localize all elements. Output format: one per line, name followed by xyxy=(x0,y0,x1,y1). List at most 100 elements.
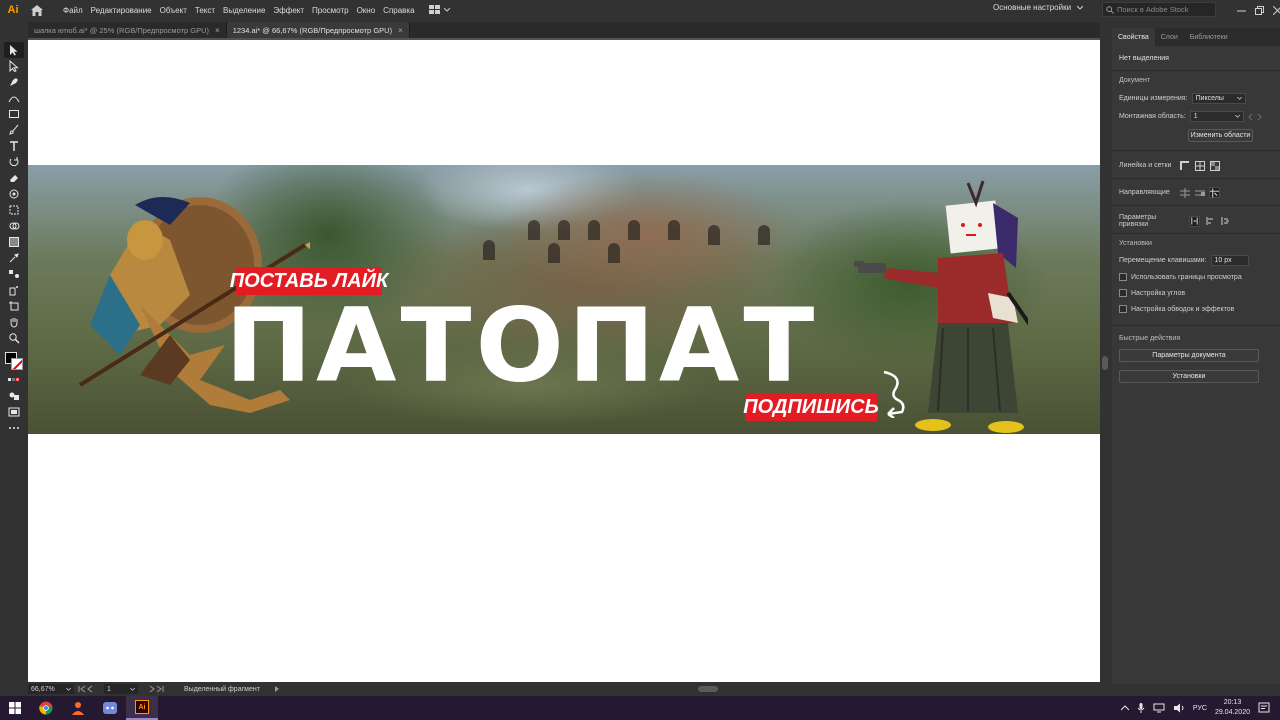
zoom-tool[interactable] xyxy=(4,330,24,346)
channel-title[interactable]: ПАТОПАТ xyxy=(225,294,818,396)
symbol-sprayer-tool[interactable] xyxy=(4,282,24,298)
edit-artboards-button[interactable]: Изменить области xyxy=(1188,129,1253,142)
snap-to-pixel-icon[interactable] xyxy=(1204,216,1215,227)
discord-taskbar-button[interactable] xyxy=(94,696,126,720)
youtube-banner[interactable]: ПАТОПАТ ПОСТАВЬ ЛАЙК ПОДПИШИСЬ xyxy=(28,165,1100,434)
notifications-icon[interactable] xyxy=(1258,702,1270,714)
menu-select[interactable]: Выделение xyxy=(219,6,269,15)
tab-document-1[interactable]: шапка ютюб.ai* @ 25% (RGB/Предпросмотр G… xyxy=(28,22,227,38)
restore-button[interactable] xyxy=(1254,5,1264,15)
screen-mode-button[interactable] xyxy=(4,404,24,420)
menu-view[interactable]: Просмотр xyxy=(308,6,353,15)
shape-builder-tool[interactable] xyxy=(4,218,24,234)
artboard-nav-icon[interactable] xyxy=(1248,113,1262,120)
menu-file[interactable]: Файл xyxy=(59,6,87,15)
chrome-icon xyxy=(39,701,53,715)
menu-bar: Ai Файл Редактирование Объект Текст Выде… xyxy=(0,0,1280,20)
chevron-up-icon[interactable] xyxy=(1120,705,1129,711)
tab-layers[interactable]: Слои xyxy=(1155,28,1184,46)
illustrator-taskbar-button[interactable]: Ai xyxy=(126,696,158,720)
checkbox-row[interactable]: Настройка углов xyxy=(1119,289,1185,297)
horizontal-scroll-thumb[interactable] xyxy=(698,686,718,692)
paintbrush-tool[interactable] xyxy=(4,122,24,138)
checkbox-row[interactable]: Использовать границы просмотра xyxy=(1119,273,1242,281)
network-icon[interactable] xyxy=(1153,703,1165,713)
snap-to-point-icon[interactable] xyxy=(1189,215,1200,227)
workspace-switcher[interactable]: Основные настройки xyxy=(993,3,1084,12)
tab-close-icon[interactable]: × xyxy=(398,26,403,35)
pen-tool[interactable] xyxy=(4,74,24,90)
document-setup-button[interactable]: Параметры документа xyxy=(1119,349,1259,362)
keyboard-increment-input[interactable]: 10 px xyxy=(1210,255,1249,266)
preferences-button[interactable]: Установки xyxy=(1119,370,1259,383)
edit-toolbar-button[interactable] xyxy=(4,420,24,436)
artboard-icon xyxy=(9,301,19,311)
artboard[interactable]: ПАТОПАТ ПОСТАВЬ ЛАЙК ПОДПИШИСЬ xyxy=(28,40,1100,682)
menu-help[interactable]: Справка xyxy=(379,6,418,15)
artboard-next-buttons[interactable] xyxy=(142,685,164,693)
language-indicator[interactable]: РУС xyxy=(1193,705,1207,712)
checkbox[interactable] xyxy=(1119,273,1127,281)
snap-to-glyph-icon[interactable] xyxy=(1219,216,1230,227)
color-mode-buttons[interactable] xyxy=(4,372,24,388)
checkbox[interactable] xyxy=(1119,305,1127,313)
artboard-tool[interactable] xyxy=(4,298,24,314)
close-button[interactable] xyxy=(1272,5,1280,15)
rectangle-tool[interactable] xyxy=(4,106,24,122)
artboard-select[interactable]: 1 xyxy=(1189,111,1244,122)
zoom-level-select[interactable]: 66,67% xyxy=(28,684,74,694)
windows-start-button[interactable] xyxy=(0,696,30,720)
lock-guides-icon[interactable] xyxy=(1194,187,1205,198)
grid-icon[interactable] xyxy=(1194,160,1205,171)
menu-type[interactable]: Текст xyxy=(191,6,219,15)
menu-window[interactable]: Окно xyxy=(353,6,380,15)
free-transform-tool[interactable] xyxy=(4,202,24,218)
minimize-button[interactable] xyxy=(1236,5,1246,15)
artboard-number-select[interactable]: 1 xyxy=(104,684,138,694)
ruler-icon[interactable] xyxy=(1179,160,1190,171)
volume-icon[interactable] xyxy=(1173,703,1185,713)
canvas-area[interactable]: ПАТОПАТ ПОСТАВЬ ЛАЙК ПОДПИШИСЬ xyxy=(28,38,1100,682)
tab-close-icon[interactable]: × xyxy=(215,26,220,35)
tab-libraries[interactable]: Библиотеки xyxy=(1184,28,1234,46)
tab-properties[interactable]: Свойства xyxy=(1112,28,1155,46)
user-app-taskbar-button[interactable] xyxy=(62,696,94,720)
type-tool[interactable] xyxy=(4,138,24,154)
menu-object[interactable]: Объект xyxy=(156,6,191,15)
smart-guides-icon[interactable] xyxy=(1209,187,1220,198)
like-call-to-action[interactable]: ПОСТАВЬ ЛАЙК xyxy=(230,267,388,295)
draw-mode-button[interactable] xyxy=(4,388,24,404)
home-icon[interactable] xyxy=(29,2,45,18)
hand-tool[interactable] xyxy=(4,314,24,330)
subscribe-call-to-action[interactable]: ПОДПИШИСЬ xyxy=(743,393,879,421)
stroke-swatch[interactable] xyxy=(11,358,23,370)
checkbox[interactable] xyxy=(1119,289,1127,297)
fill-stroke-swatches[interactable] xyxy=(3,352,25,372)
direct-selection-tool[interactable] xyxy=(4,58,24,74)
menu-edit[interactable]: Редактирование xyxy=(87,6,156,15)
eyedropper-tool[interactable] xyxy=(4,250,24,266)
chrome-taskbar-button[interactable] xyxy=(30,696,62,720)
vertical-scroll-thumb[interactable] xyxy=(1102,356,1108,370)
vertical-scrollbar[interactable] xyxy=(1100,38,1110,682)
units-select[interactable]: Пикселы xyxy=(1191,93,1246,104)
gradient-tool[interactable] xyxy=(4,234,24,250)
horizontal-scrollbar[interactable] xyxy=(314,685,1084,693)
transparency-grid-icon[interactable] xyxy=(1209,160,1220,171)
show-guides-icon[interactable] xyxy=(1179,187,1190,198)
warp-tool[interactable] xyxy=(4,186,24,202)
eraser-tool[interactable] xyxy=(4,170,24,186)
microphone-icon[interactable] xyxy=(1137,703,1145,713)
blend-tool[interactable] xyxy=(4,266,24,282)
stock-search-input[interactable]: Поиск в Adobe Stock xyxy=(1102,2,1216,17)
status-menu-arrow-icon[interactable] xyxy=(274,686,280,692)
checkbox-row[interactable]: Настройка обводок и эффектов xyxy=(1119,305,1234,313)
clock[interactable]: 20:13 29.04.2020 xyxy=(1215,698,1250,718)
selection-tool[interactable] xyxy=(4,42,24,58)
rotate-tool[interactable] xyxy=(4,154,24,170)
curvature-tool[interactable] xyxy=(4,90,24,106)
artboard-prev-buttons[interactable] xyxy=(78,685,100,693)
tab-document-2[interactable]: 1234.ai* @ 66,67% (RGB/Предпросмотр GPU)… xyxy=(226,22,410,38)
menu-effect[interactable]: Эффект xyxy=(269,6,308,15)
arrange-documents-button[interactable] xyxy=(428,5,450,15)
